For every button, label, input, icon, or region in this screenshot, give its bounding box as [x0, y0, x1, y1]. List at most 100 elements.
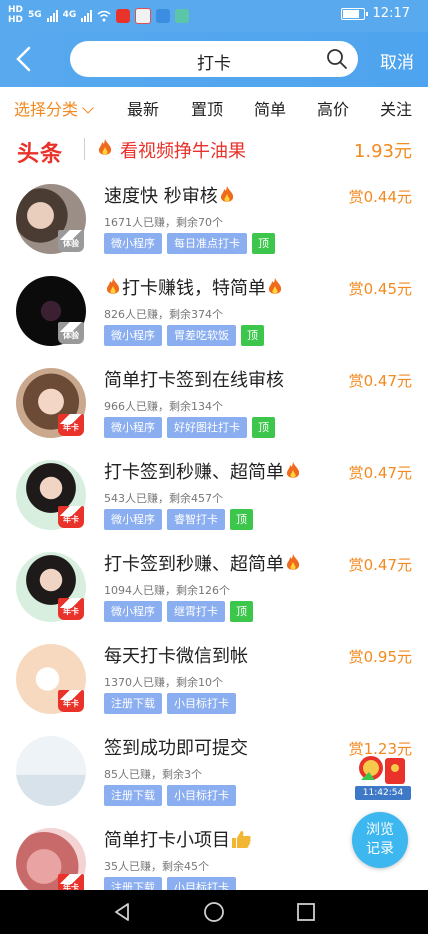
system-nav-bar	[0, 890, 428, 934]
task-meta: 85人已赚，剩余3个	[104, 768, 202, 781]
task-meta: 1370人已赚，剩余10个	[104, 676, 223, 689]
cancel-button[interactable]: 取消	[380, 48, 414, 73]
app-notification-icon-3	[156, 8, 171, 23]
task-item[interactable]: 体验 打卡赚钱，特简单 赏0.45元 826人已赚，剩余374个 微小程序 胃差…	[0, 265, 428, 357]
task-item[interactable]: 年卡 打卡签到秒赚、超简单 赏0.47元 1094人已赚，剩余126个 微小程序…	[0, 541, 428, 633]
task-title-text: 速度快 秒审核	[104, 186, 218, 207]
history-line2: 记录	[366, 841, 394, 857]
search-header: 打卡 取消	[0, 32, 428, 87]
badge: 年卡	[58, 690, 84, 712]
headline-banner[interactable]: 头条 看视频挣牛油果 1.93元	[0, 125, 428, 173]
tab-category[interactable]: 选择分类	[14, 96, 94, 120]
task-tags: 微小程序 继霄打卡 顶	[104, 601, 253, 622]
tab-follow[interactable]: 关注	[380, 96, 412, 120]
history-line1: 浏览	[366, 822, 394, 838]
red-packet-float[interactable]: 11:42:54	[355, 750, 411, 802]
countdown-time: 11:42:54	[355, 786, 411, 800]
task-reward: 赏0.47元	[348, 556, 412, 574]
recents-square-icon[interactable]	[294, 900, 318, 924]
task-tags: 注册下载 小目标打卡	[104, 693, 236, 714]
badge: 年卡	[58, 506, 84, 528]
top-tag: 顶	[241, 325, 264, 346]
browse-history-button[interactable]: 浏览 记录	[352, 812, 408, 868]
fire-icon	[286, 462, 300, 478]
top-tag: 顶	[252, 233, 275, 254]
avatar: 体验	[16, 276, 86, 346]
task-tags: 微小程序 睿智打卡 顶	[104, 509, 253, 530]
task-title: 简单打卡小项目	[104, 826, 252, 852]
tag: 小目标打卡	[167, 693, 236, 714]
badge: 年卡	[58, 414, 84, 436]
tab-pinned[interactable]: 置顶	[191, 96, 223, 120]
sim2-label: HD	[8, 15, 24, 25]
task-tags: 微小程序 胃差吃软饭 顶	[104, 325, 264, 346]
fire-icon	[98, 139, 112, 155]
chevron-down-icon	[82, 102, 94, 114]
tag: 注册下载	[104, 693, 162, 714]
tag: 继霄打卡	[167, 601, 225, 622]
task-title: 打卡赚钱，特简单	[104, 274, 284, 300]
divider	[84, 138, 85, 160]
tag: 好好图社打卡	[167, 417, 247, 438]
badge: 体验	[58, 322, 84, 344]
fire-icon	[220, 186, 233, 202]
battery-icon	[340, 7, 368, 20]
red-packet-icon	[359, 756, 405, 784]
gallery-icon	[175, 8, 190, 23]
tab-latest[interactable]: 最新	[127, 96, 159, 120]
avatar: 体验	[16, 184, 86, 254]
task-title-text: 打卡签到秒赚、超简单	[104, 462, 284, 483]
task-title: 每天打卡微信到帐	[104, 646, 248, 667]
task-meta: 35人已赚，剩余45个	[104, 860, 209, 873]
task-reward: 赏0.47元	[348, 372, 412, 390]
task-meta: 826人已赚，剩余374个	[104, 308, 223, 321]
net1-label: 5G	[28, 10, 42, 20]
task-meta: 1671人已赚，剩余70个	[104, 216, 223, 229]
tag: 每日准点打卡	[167, 233, 247, 254]
task-tags: 微小程序 每日准点打卡 顶	[104, 233, 275, 254]
task-reward: 赏0.95元	[348, 648, 412, 666]
filter-tabs: 选择分类 最新 置顶 简单 高价 关注	[0, 87, 428, 125]
avatar	[16, 736, 86, 806]
avatar-image	[16, 736, 86, 806]
task-title: 打卡签到秒赚、超简单	[104, 550, 302, 576]
search-icon[interactable]	[326, 48, 348, 70]
tab-simple[interactable]: 简单	[254, 96, 286, 120]
fire-icon	[286, 554, 300, 570]
task-item[interactable]: 年卡 每天打卡微信到帐 赏0.95元 1370人已赚，剩余10个 注册下载 小目…	[0, 633, 428, 725]
avatar: 年卡	[16, 552, 86, 622]
headline-price: 1.93元	[353, 141, 412, 162]
status-time: 12:17	[372, 6, 410, 21]
app-notification-icon	[116, 8, 131, 23]
badge: 年卡	[58, 598, 84, 620]
task-item[interactable]: 体验 速度快 秒审核 赏0.44元 1671人已赚，剩余70个 微小程序 每日准…	[0, 173, 428, 265]
back-triangle-icon[interactable]	[110, 900, 134, 924]
thumbs-up-icon	[232, 831, 251, 848]
task-item[interactable]: 年卡 简单打卡签到在线审核 赏0.47元 966人已赚，剩余134个 微小程序 …	[0, 357, 428, 449]
fire-icon	[106, 278, 120, 294]
top-tag: 顶	[230, 601, 253, 622]
wifi-icon	[97, 10, 111, 21]
avatar: 年卡	[16, 644, 86, 714]
status-bar: HD HD 5G 4G 12:17	[0, 0, 428, 32]
signal-icon	[46, 9, 58, 22]
headline-title: 看视频挣牛油果	[120, 141, 246, 162]
tag: 微小程序	[104, 601, 162, 622]
avatar: 年卡	[16, 828, 86, 898]
home-circle-icon[interactable]	[202, 900, 226, 924]
task-title-text: 打卡签到秒赚、超简单	[104, 554, 284, 575]
back-button[interactable]	[10, 44, 40, 74]
task-reward: 赏0.45元	[348, 280, 412, 298]
app-notification-icon-2	[135, 7, 152, 24]
task-title: 打卡签到秒赚、超简单	[104, 458, 302, 484]
task-title: 简单打卡签到在线审核	[104, 370, 284, 391]
search-input[interactable]: 打卡	[70, 41, 358, 77]
net2-label: 4G	[62, 10, 77, 20]
task-meta: 1094人已赚，剩余126个	[104, 584, 230, 597]
tab-high-price[interactable]: 高价	[317, 96, 349, 120]
badge: 体验	[58, 230, 84, 252]
task-item[interactable]: 年卡 打卡签到秒赚、超简单 赏0.47元 543人已赚，剩余457个 微小程序 …	[0, 449, 428, 541]
tag: 注册下载	[104, 785, 162, 806]
task-title-text: 打卡赚钱，特简单	[122, 278, 266, 299]
search-query: 打卡	[197, 54, 231, 74]
